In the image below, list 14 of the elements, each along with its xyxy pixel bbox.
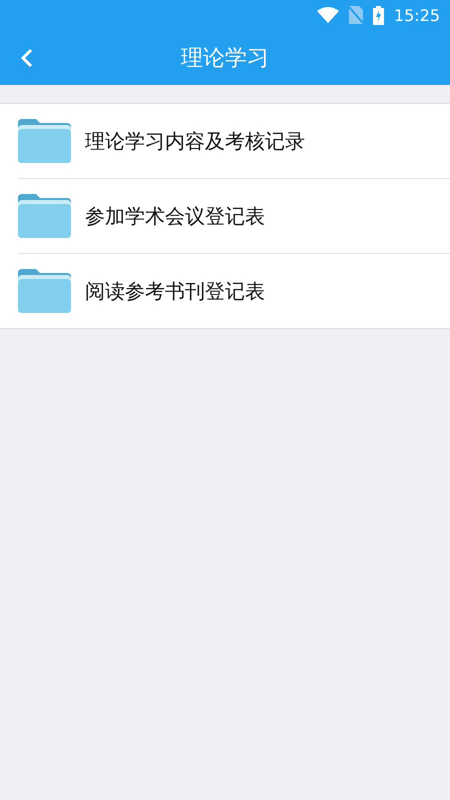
folder-row[interactable]: 理论学习内容及考核记录 [18, 104, 450, 179]
no-sim-icon [348, 6, 363, 24]
folder-icon [18, 119, 71, 163]
folder-icon [18, 269, 71, 313]
folder-icon [18, 194, 71, 238]
battery-charging-icon [372, 6, 384, 24]
folder-row[interactable]: 阅读参考书刊登记表 [18, 254, 450, 328]
page-title: 理论学习 [181, 44, 269, 72]
clock-time: 15:25 [394, 6, 440, 24]
wifi-icon [316, 7, 339, 23]
folder-name: 理论学习内容及考核记录 [85, 128, 305, 154]
folder-name: 参加学术会议登记表 [85, 202, 265, 230]
folder-row[interactable]: 参加学术会议登记表 [18, 179, 450, 254]
folder-name: 阅读参考书刊登记表 [85, 278, 265, 304]
